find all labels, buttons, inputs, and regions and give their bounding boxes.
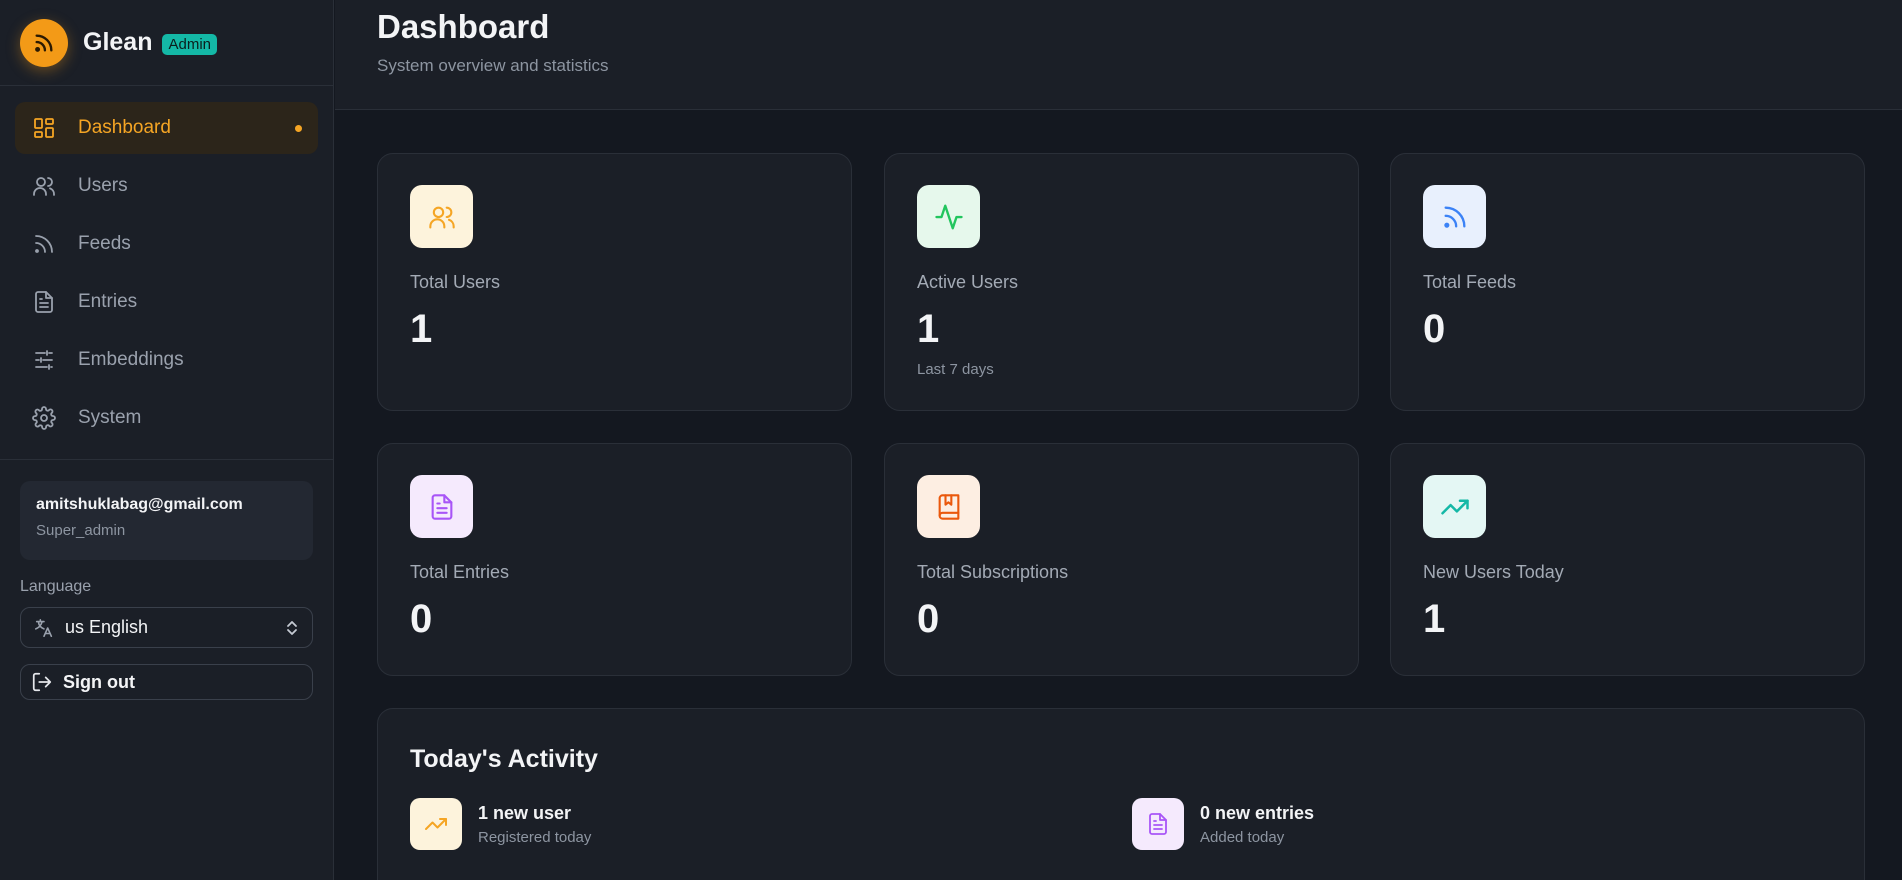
page-header: Dashboard System overview and statistics: [335, 0, 1902, 110]
sidebar-item-entries[interactable]: Entries: [15, 276, 318, 328]
language-select[interactable]: us English: [20, 607, 313, 648]
rss-icon: [31, 231, 57, 257]
activity-icon: [917, 185, 980, 248]
stat-card-total-users: Total Users 1: [377, 153, 852, 411]
activity-card: Today's Activity 1 new user Registered t…: [377, 708, 1865, 880]
sidebar-item-feeds[interactable]: Feeds: [15, 218, 318, 270]
brand: Glean Admin: [0, 0, 333, 86]
activity-item: 0 new entries Added today: [1132, 798, 1314, 850]
stat-label: Total Feeds: [1423, 272, 1517, 292]
sidebar-nav: Dashboard Users Feeds Entries Embeddings…: [0, 86, 333, 444]
sign-out-icon: [31, 671, 53, 693]
rss-icon[interactable]: [20, 18, 68, 67]
sidebar-item-users[interactable]: Users: [15, 160, 318, 212]
activity-sub: Added today: [1200, 828, 1285, 846]
user-card: amitshuklabag@gmail.com Super_admin: [20, 481, 313, 560]
users-icon: [410, 185, 473, 248]
sidebar: Glean Admin Dashboard Users Feeds Entrie…: [0, 0, 334, 880]
sidebar-item-dashboard[interactable]: Dashboard: [15, 102, 318, 154]
sidebar-item-label: Users: [78, 175, 128, 196]
divider: [0, 459, 333, 460]
brand-name: Glean: [83, 28, 153, 56]
admin-badge: Admin: [162, 34, 218, 55]
sidebar-item-embeddings[interactable]: Embeddings: [15, 334, 318, 386]
activity-main: 1 new user: [478, 802, 572, 823]
active-indicator: [295, 125, 302, 132]
sidebar-item-label: Entries: [78, 291, 138, 312]
sidebar-item-label: Embeddings: [78, 349, 184, 370]
language-label: Language: [20, 578, 92, 595]
stat-value: 0: [1423, 307, 1446, 351]
stat-card-total-subscriptions: Total Subscriptions 0: [884, 443, 1359, 676]
activity-title: Today's Activity: [410, 745, 598, 773]
language-value: us English: [65, 617, 149, 637]
stat-card-total-entries: Total Entries 0: [377, 443, 852, 676]
stat-card-new-users-today: New Users Today 1: [1390, 443, 1865, 676]
trending-up-icon: [1423, 475, 1486, 538]
user-role: Super_admin: [36, 522, 126, 539]
document-icon: [1132, 798, 1184, 850]
document-icon: [410, 475, 473, 538]
sidebar-item-label: Dashboard: [78, 117, 171, 138]
stat-value: 1: [410, 307, 433, 351]
grid-icon: [31, 115, 57, 141]
stat-label: Total Users: [410, 272, 501, 292]
trending-up-icon: [410, 798, 462, 850]
sidebar-item-label: Feeds: [78, 233, 131, 254]
stat-card-total-feeds: Total Feeds 0: [1390, 153, 1865, 411]
users-icon: [31, 173, 57, 199]
stat-label: New Users Today: [1423, 562, 1564, 582]
stat-value: 1: [917, 307, 940, 351]
document-icon: [31, 289, 57, 315]
bookmark-book-icon: [917, 475, 980, 538]
gear-icon: [31, 405, 57, 431]
stat-label: Total Entries: [410, 562, 510, 582]
stat-note: Last 7 days: [917, 361, 994, 378]
stat-label: Active Users: [917, 272, 1019, 292]
rss-icon: [1423, 185, 1486, 248]
sidebar-item-label: System: [78, 407, 142, 428]
activity-item: 1 new user Registered today: [410, 798, 591, 850]
sign-out-button[interactable]: Sign out: [20, 664, 313, 700]
page-subtitle: System overview and statistics: [377, 56, 609, 75]
sliders-icon: [31, 347, 57, 373]
translate-icon: [33, 617, 55, 639]
activity-main: 0 new entries: [1200, 802, 1315, 823]
stat-label: Total Subscriptions: [917, 562, 1069, 582]
stat-value: 0: [410, 597, 433, 641]
stat-card-active-users: Active Users 1 Last 7 days: [884, 153, 1359, 411]
chevron-up-down-icon: [284, 618, 300, 643]
stat-value: 0: [917, 597, 940, 641]
user-email: amitshuklabag@gmail.com: [36, 496, 243, 513]
activity-sub: Registered today: [478, 828, 592, 846]
page-title: Dashboard: [377, 8, 550, 45]
sidebar-item-system[interactable]: System: [15, 392, 318, 444]
stat-value: 1: [1423, 597, 1446, 641]
sign-out-label: Sign out: [63, 671, 135, 692]
